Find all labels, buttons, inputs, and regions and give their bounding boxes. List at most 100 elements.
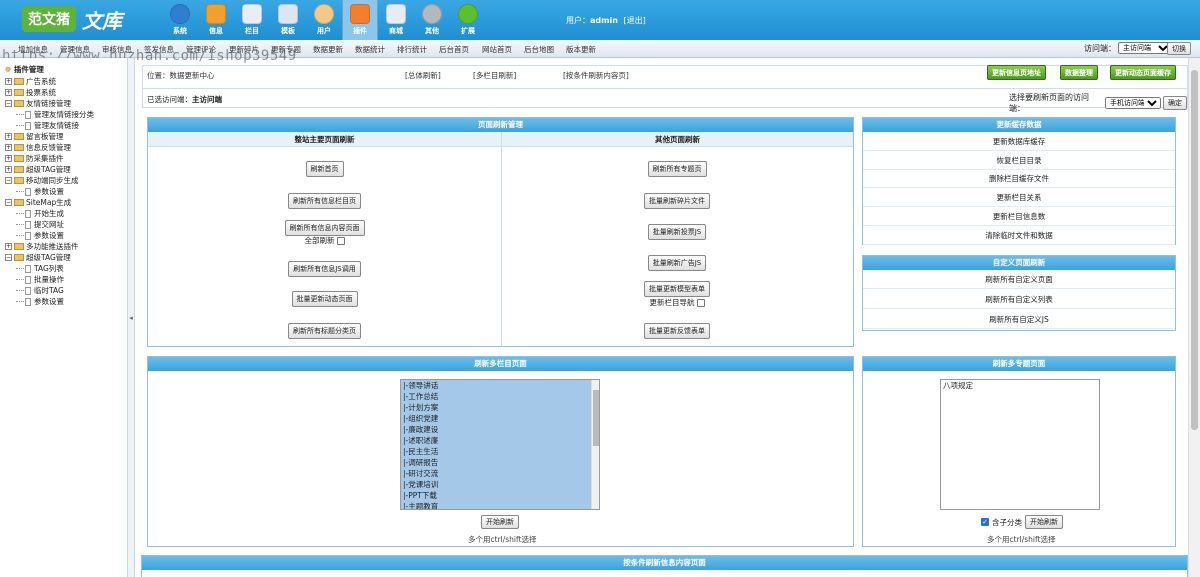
topnav-gear[interactable]: 其他 [414, 0, 450, 40]
link-multi-column-refresh[interactable]: [多栏目刷新] [473, 70, 516, 81]
tree-folder[interactable]: − 移动端同步生成 [5, 175, 79, 186]
tree-item[interactable]: 参数设置 [16, 230, 64, 241]
tree-folder[interactable]: + 留言板管理 [5, 131, 64, 142]
tree-folder[interactable]: + 广告系统 [5, 76, 56, 87]
subnav-item[interactable]: 网站首页 [482, 44, 512, 55]
full-refresh-checkbox[interactable] [336, 237, 345, 245]
column-option[interactable]: |-民主生活 [401, 446, 599, 457]
topnav-globe[interactable]: 系统 [162, 0, 198, 40]
refresh-button[interactable]: 批量更新动态页面 [291, 291, 358, 307]
tree-item[interactable]: 管理友情链接分类 [16, 109, 94, 120]
tree-item[interactable]: 参数设置 [16, 296, 64, 307]
subnav-item[interactable]: 版本更新 [566, 44, 596, 55]
switch-button[interactable]: 切换 [1167, 42, 1191, 55]
column-option[interactable]: |-调研报告 [401, 457, 599, 468]
start-refresh-topics-button[interactable]: 开始刷新 [1025, 515, 1063, 529]
panel-link[interactable]: 删除栏目缓存文件 [863, 169, 1175, 189]
panel-link[interactable]: 刷新所有自定义列表 [863, 290, 1175, 309]
tree-item[interactable]: 批量操作 [16, 274, 64, 285]
topnav-plugin[interactable]: 插件 [342, 0, 378, 40]
tree-folder[interactable]: − SiteMap生成 [5, 197, 71, 208]
refresh-button[interactable]: 刷新所有标题分类页 [288, 323, 361, 339]
topnav-edit[interactable]: 信息 [198, 0, 234, 40]
refresh-button[interactable]: 刷新所有信息JS调用 [288, 261, 361, 277]
topnav-plus[interactable]: 扩展 [450, 0, 486, 40]
subnav-item[interactable]: 排行统计 [397, 44, 427, 55]
refresh-terminal-select[interactable]: 手机访问端 [1105, 97, 1161, 109]
tree-item[interactable]: 提交网址 [16, 219, 64, 230]
topic-option[interactable]: 八项规定 [941, 380, 1099, 391]
tree-item[interactable]: 临时TAG [16, 285, 64, 296]
refresh-button[interactable]: 批量刷新广告JS [647, 255, 707, 271]
sidebar-collapse-handle[interactable]: ◂ [128, 58, 135, 577]
subnav-item[interactable]: 数据更新 [313, 44, 343, 55]
tree-folder[interactable]: + 多功能推送插件 [5, 241, 79, 252]
tree-item[interactable]: 开始生成 [16, 208, 64, 219]
refresh-button[interactable]: 批量更新反馈表单 [644, 323, 710, 339]
tree-folder[interactable]: + 信息反馈管理 [5, 142, 71, 153]
column-option[interactable]: |-PPT下载 [401, 490, 599, 501]
collapse-icon[interactable]: − [5, 199, 12, 206]
refresh-button[interactable]: 刷新首页 [305, 161, 344, 177]
refresh-button[interactable]: 批量更新模型表单 [644, 281, 710, 297]
topnav-folder[interactable]: 栏目 [234, 0, 270, 40]
include-sub-checkbox[interactable]: ✓ [981, 518, 989, 526]
topnav-user[interactable]: 用户 [306, 0, 342, 40]
subnav-item[interactable]: 后台地图 [524, 44, 554, 55]
column-listbox[interactable]: |-领导讲话 |-工作总结 |-计划方案 |-组织党建 |-廉政建设 |-述职述廉 |-民主… [400, 379, 600, 510]
tree-folder[interactable]: − 超级TAG管理 [5, 252, 71, 263]
tree-item[interactable]: 参数设置 [16, 186, 64, 197]
panel-link[interactable]: 清除临时文件和数据 [863, 226, 1175, 245]
expand-icon[interactable]: + [5, 78, 12, 85]
refresh-button[interactable]: 刷新所有信息内容页面 [284, 220, 365, 236]
tree-folder[interactable]: − 友情链接管理 [5, 98, 71, 109]
start-refresh-columns-button[interactable]: 开始刷新 [481, 515, 519, 529]
link-overall-refresh[interactable]: [总体刷新] [405, 70, 441, 81]
topnav-shop[interactable]: 商城 [378, 0, 414, 40]
column-option[interactable]: |-工作总结 [401, 391, 599, 402]
column-option[interactable]: |-党课培训 [401, 479, 599, 490]
topic-listbox[interactable]: 八项规定 [940, 379, 1100, 510]
update-dynamic-cache-button[interactable]: 更新动态页面缓存 [1110, 65, 1176, 80]
column-option[interactable]: |-计划方案 [401, 402, 599, 413]
link-conditional-refresh[interactable]: [按条件刷新内容页] [563, 70, 629, 81]
subnav-item[interactable]: 数据统计 [355, 44, 385, 55]
expand-icon[interactable]: + [5, 144, 12, 151]
tree-folder[interactable]: + 防采集插件 [5, 153, 64, 164]
terminal-select[interactable]: 主访问端 [1118, 42, 1172, 54]
panel-link[interactable]: 更新栏目信息数 [863, 207, 1175, 226]
collapse-icon[interactable]: − [5, 254, 12, 261]
refresh-button[interactable]: 刷新所有信息栏目页 [288, 193, 361, 209]
expand-icon[interactable]: + [5, 133, 12, 140]
column-option[interactable]: |-领导讲话 [401, 380, 599, 391]
column-option[interactable]: |-述职述廉 [401, 435, 599, 446]
expand-icon[interactable]: + [5, 89, 12, 96]
panel-link[interactable]: 更新数据库缓存 [863, 132, 1175, 151]
update-nav-checkbox[interactable] [696, 299, 705, 307]
panel-link[interactable]: 更新栏目关系 [863, 188, 1175, 208]
column-option[interactable]: |-研讨交流 [401, 468, 599, 479]
refresh-button[interactable]: 刷新所有专题页 [647, 161, 707, 177]
tree-item[interactable]: 管理友情链接 [16, 120, 79, 131]
collapse-icon[interactable]: − [5, 100, 12, 107]
confirm-button[interactable]: 确定 [1163, 96, 1187, 110]
column-option[interactable]: |-廉政建设 [401, 424, 599, 435]
tree-folder[interactable]: + 投票系统 [5, 87, 56, 98]
data-cleanup-button[interactable]: 数据整理 [1060, 65, 1098, 80]
refresh-button[interactable]: 批量刷新投票JS [647, 224, 707, 240]
expand-icon[interactable]: + [5, 166, 12, 173]
tree-folder[interactable]: + 超级TAG管理 [5, 164, 71, 175]
panel-link[interactable]: 刷新所有自定义页面 [863, 270, 1175, 289]
page-scrollbar-thumb[interactable] [1191, 70, 1198, 430]
panel-link[interactable]: 恢复栏目目录 [863, 151, 1175, 170]
topnav-template[interactable]: 模板 [270, 0, 306, 40]
column-option[interactable]: |-主题教育 [401, 501, 599, 509]
column-option[interactable]: |-组织党建 [401, 413, 599, 424]
page-scrollbar[interactable] [1188, 58, 1200, 577]
subnav-item[interactable]: 后台首页 [439, 44, 469, 55]
panel-link[interactable]: 刷新所有自定义JS [863, 310, 1175, 329]
update-info-url-button[interactable]: 更新信息页地址 [987, 65, 1046, 80]
logo[interactable]: 范文猪 文库 [22, 3, 122, 35]
listbox-scrollbar[interactable] [591, 380, 599, 509]
tree-item[interactable]: TAG列表 [16, 263, 64, 274]
